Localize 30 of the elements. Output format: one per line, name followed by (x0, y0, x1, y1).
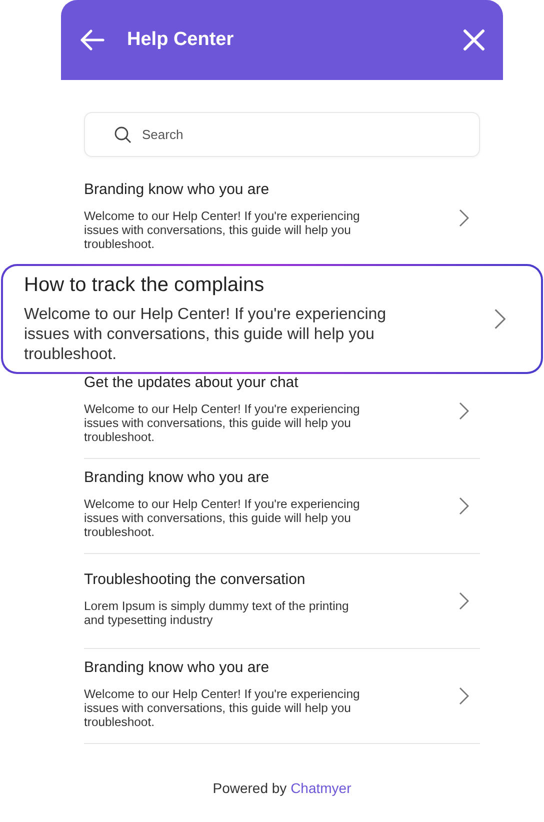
search-icon (114, 126, 132, 144)
article-item[interactable]: Branding know who you are Welcome to our Help Center! If you're experiencing issues with conversations, this guide will help you troubleshoot. (84, 459, 480, 553)
article-title: Branding know who you are (84, 658, 270, 678)
window-title: Help Center (127, 29, 235, 51)
footer-credit: Powered by Chatmyer (212, 780, 352, 796)
back-arrow-icon[interactable] (79, 29, 105, 51)
chevron-icon (458, 687, 470, 705)
article-title: Branding know who you are (84, 468, 270, 488)
article-item[interactable]: Troubleshooting the conversation Lorem Ipsum is simply dummy text of the printing and typesetting industry (84, 554, 480, 648)
article-summary: Welcome to our Help Center! If you're experiencing issues with conversations, this guide will help you troubleshoot. (84, 208, 361, 250)
article-summary: Welcome to our Help Center! If you're experiencing issues with conversations, this guide will help you troubleshoot. (84, 496, 361, 538)
article-item[interactable]: Get the updates about your chat Welcome to our Help Center! If you're experiencing issues with conversations, this guide will help you troubleshoot. (84, 364, 480, 458)
chevron-icon (458, 402, 470, 420)
article-title: Troubleshooting the conversation (84, 570, 306, 590)
article-preview-dialog[interactable]: How to track the complains Welcome to our Help Center! If you're experiencing issues with conversations, this guide will help you troubleshoot. (1, 264, 543, 374)
chevron-icon (458, 497, 470, 515)
article-item[interactable]: Branding know who you are Welcome to our Help Center! If you're experiencing issues with conversations, this guide will help you troubleshoot. (84, 171, 480, 265)
article-title: How to track the complains (24, 273, 266, 297)
article-summary: Welcome to our Help Center! If you're experiencing issues with conversations, this guide will help you troubleshoot. (24, 305, 388, 365)
chevron-icon (458, 209, 470, 227)
article-item[interactable]: Branding know who you are Welcome to our Help Center! If you're experiencing issues with conversations, this guide will help you troubleshoot. (84, 649, 480, 743)
chevron-icon (458, 592, 470, 610)
article-summary: Lorem Ipsum is simply dummy text of the printing and typesetting industry (84, 598, 350, 626)
article-summary: Welcome to our Help Center! If you're experiencing issues with conversations, this guide will help you troubleshoot. (84, 686, 361, 728)
article-title: Branding know who you are (84, 180, 270, 200)
chevron-icon (493, 308, 507, 330)
article-summary: Welcome to our Help Center! If you're experiencing issues with conversations, this guide will help you troubleshoot. (84, 402, 361, 444)
search-field[interactable]: Search (84, 112, 480, 157)
close-icon[interactable] (463, 29, 485, 51)
article-title: Get the updates about your chat (84, 372, 300, 392)
